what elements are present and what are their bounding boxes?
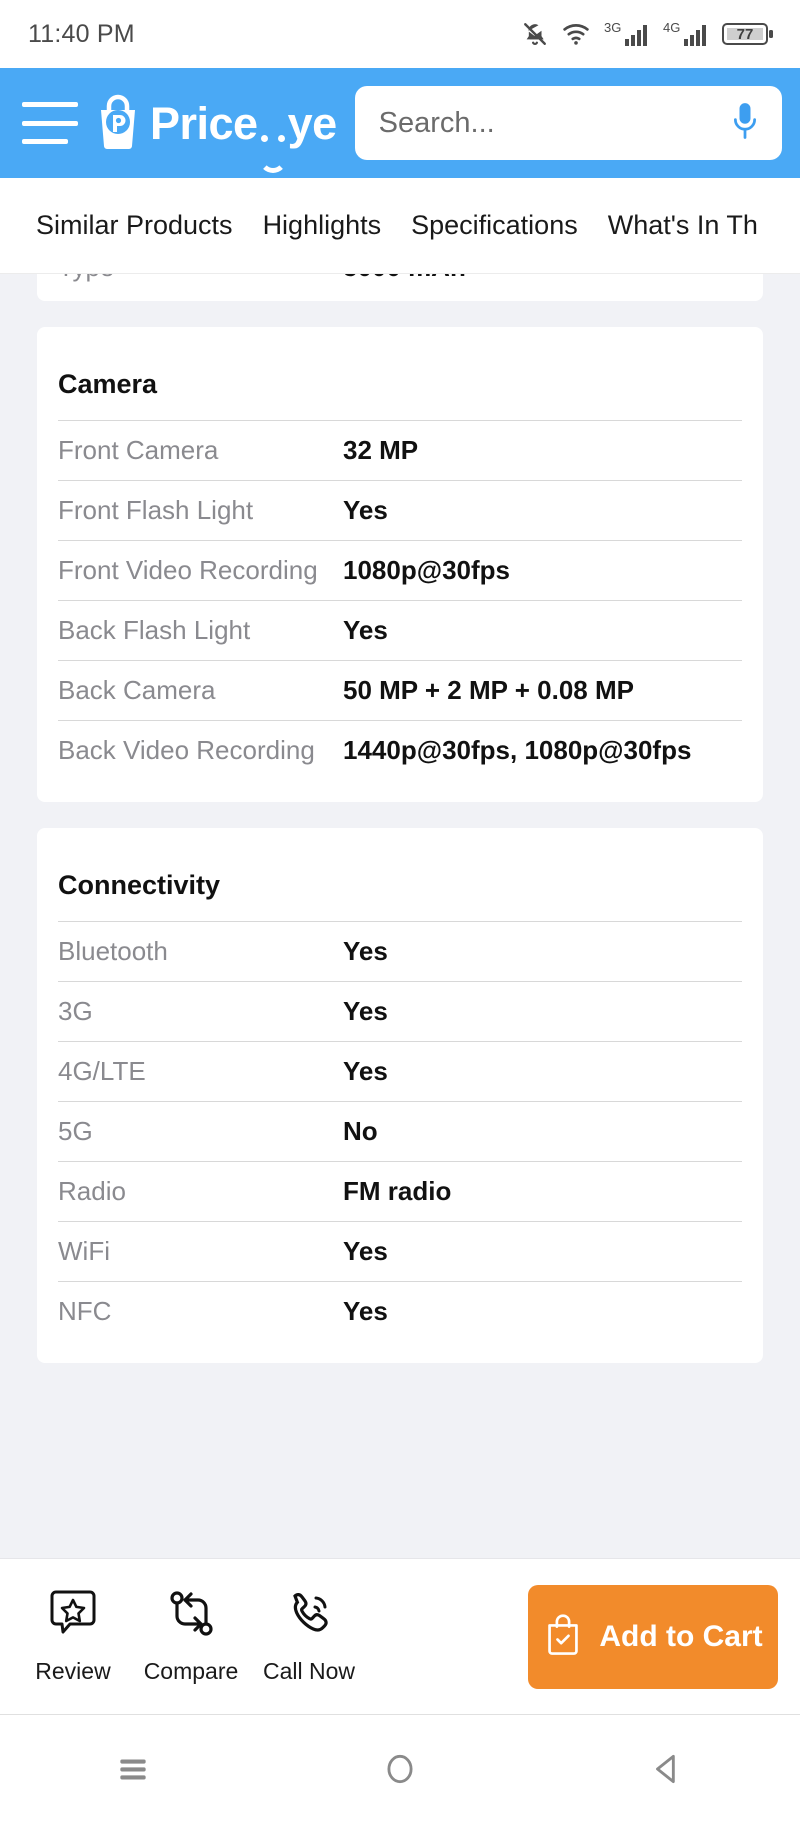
spec-card-camera: Camera Front Camera 32 MP Front Flash Li… xyxy=(37,327,763,802)
spec-card-connectivity: Connectivity Bluetooth Yes 3G Yes 4G/LTE… xyxy=(37,828,763,1363)
spec-value: Yes xyxy=(343,615,388,645)
section-title-camera: Camera xyxy=(58,369,158,399)
brand-wordmark: Price ye xyxy=(150,97,338,173)
table-row: Type 5000 mAh xyxy=(58,274,742,297)
spec-value: 32 MP xyxy=(343,435,419,465)
spec-value: Yes xyxy=(343,1056,388,1086)
spec-key: Back Camera xyxy=(58,675,216,705)
spec-key: Front Video Recording xyxy=(58,555,318,585)
microphone-icon[interactable] xyxy=(728,99,762,148)
spec-key: Front Flash Light xyxy=(58,495,254,525)
svg-text:4G: 4G xyxy=(663,20,680,35)
battery-percent: 77 xyxy=(736,25,754,43)
table-row: Front Camera 32 MP xyxy=(58,420,742,480)
status-bar-icons: 3G 4G 77 xyxy=(522,19,774,49)
notifications-off-icon xyxy=(522,20,548,48)
spec-value: 1440p@30fps, 1080p@30fps xyxy=(343,735,692,765)
table-row: NFC Yes xyxy=(58,1281,742,1341)
hamburger-icon[interactable] xyxy=(22,102,78,144)
app-bar: Price ye xyxy=(0,68,800,178)
spec-value: 5000 mAh xyxy=(343,274,742,283)
spec-value: Yes xyxy=(343,936,388,966)
spec-key: Back Video Recording xyxy=(58,735,315,765)
review-label: Review xyxy=(35,1658,111,1684)
compare-arrows-icon xyxy=(164,1588,218,1645)
spec-card-battery-partial: Type 5000 mAh xyxy=(37,274,763,301)
brand-text-part1: Price xyxy=(150,97,258,149)
brand-logo[interactable]: Price ye xyxy=(92,92,338,173)
table-row: 3G Yes xyxy=(58,981,742,1041)
spec-key: Bluetooth xyxy=(58,936,168,966)
spec-value: No xyxy=(343,1116,378,1146)
spec-key: WiFi xyxy=(58,1236,110,1266)
wifi-icon xyxy=(561,22,591,46)
table-row: Radio FM radio xyxy=(58,1161,742,1221)
table-row: Bluetooth Yes xyxy=(58,921,742,981)
add-to-cart-button[interactable]: Add to Cart xyxy=(528,1584,778,1689)
spec-value: Yes xyxy=(343,495,388,525)
spec-value: 1080p@30fps xyxy=(343,555,510,585)
table-row: Back Flash Light Yes xyxy=(58,600,742,660)
section-tabs[interactable]: Similar Products Highlights Specificatio… xyxy=(0,178,800,274)
tab-specifications[interactable]: Specifications xyxy=(411,210,578,241)
spec-value: FM radio xyxy=(343,1176,452,1206)
brand-text-part2: ye xyxy=(287,97,338,149)
shopping-bag-check-icon xyxy=(543,1612,583,1661)
battery-icon: 77 xyxy=(722,20,774,48)
search-bar[interactable] xyxy=(354,86,782,160)
priceoye-bag-logo-icon xyxy=(92,92,144,155)
spec-value: Yes xyxy=(343,1296,388,1326)
signal-3g-icon: 3G xyxy=(604,19,650,49)
compare-label: Compare xyxy=(143,1658,239,1684)
spec-key: NFC xyxy=(58,1296,112,1326)
status-bar: 11:40 PM 3G 4G 77 xyxy=(0,0,800,68)
call-now-label: Call Now xyxy=(262,1658,356,1684)
spec-key: Front Camera xyxy=(58,435,219,465)
android-nav-bar xyxy=(0,1714,800,1822)
table-row: Back Video Recording 1440p@30fps, 1080p@… xyxy=(58,720,742,780)
back-triangle-icon[interactable] xyxy=(607,1750,727,1788)
tab-similar-products[interactable]: Similar Products xyxy=(36,210,233,241)
spec-key: Radio xyxy=(58,1176,126,1206)
tab-highlights[interactable]: Highlights xyxy=(263,210,382,241)
spec-value: Yes xyxy=(343,1236,388,1266)
status-bar-clock: 11:40 PM xyxy=(28,19,135,48)
tab-whats-in-the-box[interactable]: What's In Th xyxy=(608,210,758,241)
phone-screen: 11:40 PM 3G 4G 77 Price ye Search... Sim… xyxy=(0,0,800,1822)
table-row: 5G No xyxy=(58,1101,742,1161)
home-circle-icon[interactable] xyxy=(340,1750,460,1788)
phone-ring-icon xyxy=(282,1588,336,1645)
spec-key: 4G/LTE xyxy=(58,1056,146,1086)
table-row: Front Flash Light Yes xyxy=(58,480,742,540)
recents-menu-icon[interactable] xyxy=(73,1750,193,1788)
section-title-connectivity: Connectivity xyxy=(58,870,221,900)
table-row: 4G/LTE Yes xyxy=(58,1041,742,1101)
add-to-cart-label: Add to Cart xyxy=(599,1619,763,1653)
signal-4g-icon: 4G xyxy=(663,19,709,49)
spec-key: 3G xyxy=(58,996,93,1026)
table-row: WiFi Yes xyxy=(58,1221,742,1281)
call-now-button[interactable]: Call Now xyxy=(250,1588,368,1685)
spec-key: Type xyxy=(58,274,343,283)
bottom-action-bar: Review Compare Call Now Add to Cart xyxy=(0,1558,800,1714)
table-row: Back Camera 50 MP + 2 MP + 0.08 MP xyxy=(58,660,742,720)
svg-text:3G: 3G xyxy=(604,20,621,35)
spec-value: Yes xyxy=(343,996,388,1026)
review-star-bubble-icon xyxy=(46,1588,100,1645)
specifications-content[interactable]: Type 5000 mAh Camera Front Camera 32 MP … xyxy=(0,274,800,1558)
spec-value: 50 MP + 2 MP + 0.08 MP xyxy=(343,675,634,705)
compare-button[interactable]: Compare xyxy=(132,1588,250,1685)
search-input[interactable] xyxy=(378,106,718,140)
spec-key: 5G xyxy=(58,1116,93,1146)
spec-key: Back Flash Light xyxy=(58,615,251,645)
table-row: Front Video Recording 1080p@30fps xyxy=(58,540,742,600)
review-button[interactable]: Review xyxy=(14,1588,132,1685)
